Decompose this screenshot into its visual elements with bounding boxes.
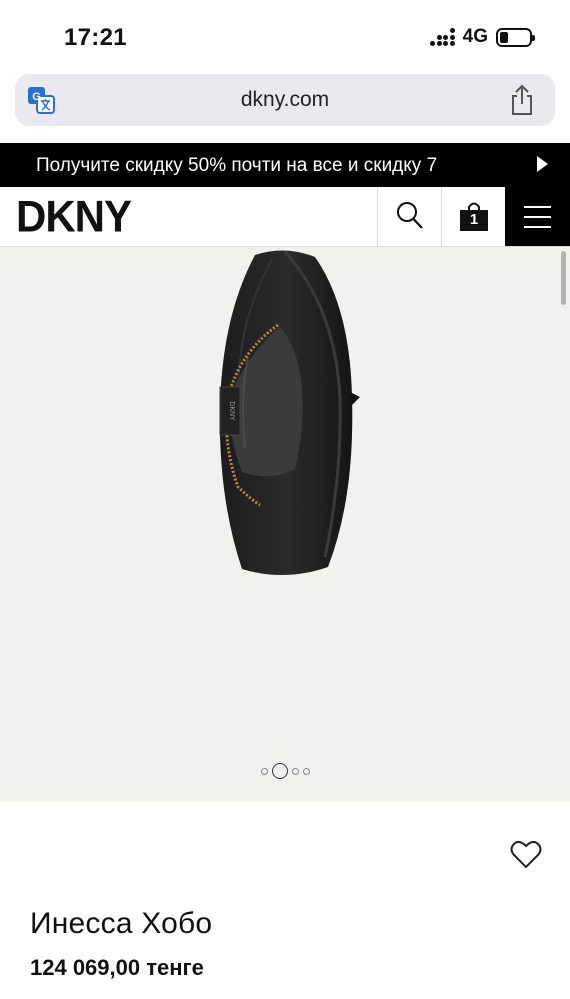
product-gallery[interactable]: DKNY (0, 247, 570, 802)
battery-level (500, 31, 509, 43)
search-button[interactable] (377, 187, 441, 246)
product-price: 124 069,00 тенге (30, 955, 204, 980)
cart-count: 1 (469, 211, 479, 228)
carousel-indicator[interactable] (0, 763, 570, 779)
scrollbar[interactable] (561, 251, 566, 305)
bag-label: DKNY (228, 401, 235, 421)
site-header: DKNY 1 (0, 187, 570, 247)
promo-text[interactable]: Получите скидку 50% почти на все и скидк… (36, 155, 437, 177)
battery-icon (496, 27, 535, 47)
address-bar[interactable]: G dkny.com (15, 74, 555, 126)
status-indicators: 4G (430, 26, 535, 48)
carousel-dot[interactable] (302, 767, 310, 775)
menu-button[interactable] (505, 187, 570, 246)
product-info: Инесса Хобо 124 069,00 тенге (0, 802, 570, 999)
signal-icon (430, 28, 455, 46)
carousel-dot[interactable] (291, 767, 299, 775)
menu-icon (524, 206, 551, 236)
play-arrow-icon[interactable] (537, 156, 548, 172)
network-type: 4G (462, 26, 488, 47)
search-icon (397, 202, 423, 229)
brand-logo[interactable]: DKNY (16, 192, 132, 242)
url-text[interactable]: dkny.com (15, 88, 555, 112)
product-image[interactable]: DKNY (200, 247, 370, 587)
promo-banner[interactable]: Получите скидку 50% почти на все и скидк… (0, 143, 570, 187)
status-bar: 17:21 4G (0, 0, 570, 70)
product-name: Инесса Хобо (30, 907, 213, 940)
status-time: 17:21 (64, 24, 127, 51)
carousel-dot[interactable] (271, 763, 288, 779)
cart-button[interactable]: 1 (441, 187, 505, 246)
carousel-dot[interactable] (260, 767, 268, 775)
share-icon[interactable] (509, 84, 535, 116)
heart-icon[interactable] (510, 840, 542, 870)
